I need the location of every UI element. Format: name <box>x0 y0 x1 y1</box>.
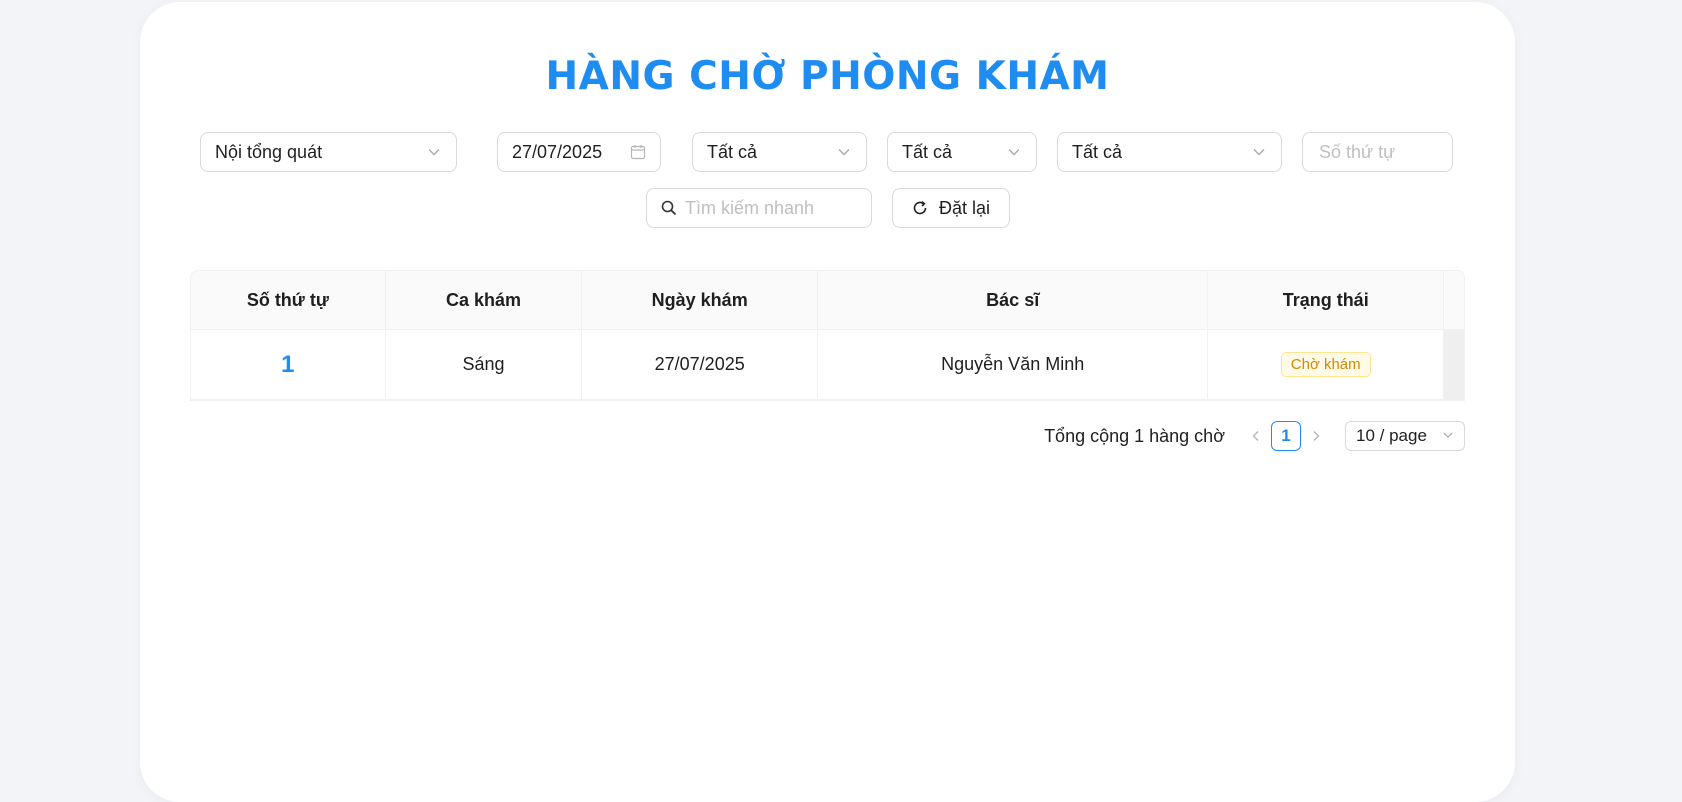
chevron-left-icon <box>1252 431 1259 441</box>
table-row[interactable]: 1 Sáng 27/07/2025 Nguyễn Văn Minh Chờ kh… <box>191 330 1464 400</box>
chevron-down-icon <box>1442 426 1454 446</box>
chevron-down-icon <box>1251 144 1267 160</box>
reload-icon <box>911 199 929 217</box>
page-title: HÀNG CHỜ PHÒNG KHÁM <box>545 54 1110 99</box>
search-box[interactable] <box>646 188 872 228</box>
filter-select-a-value: Tất cả <box>707 141 758 162</box>
chevron-down-icon <box>1006 144 1022 160</box>
chevron-right-icon <box>1313 431 1320 441</box>
status-cell: Chờ khám <box>1208 330 1445 399</box>
scrollbar[interactable] <box>1444 330 1464 399</box>
filter-select-a[interactable]: Tất cả <box>692 132 867 172</box>
prev-page-button[interactable] <box>1241 421 1271 451</box>
shift-cell: Sáng <box>386 330 583 399</box>
date-picker[interactable]: 27/07/2025 <box>497 132 661 172</box>
reset-button-label: Đặt lại <box>939 197 991 218</box>
chevron-down-icon <box>836 144 852 160</box>
column-header-shift[interactable]: Ca khám <box>386 271 583 329</box>
page-size-value: 10 / page <box>1356 426 1427 445</box>
date-cell: 27/07/2025 <box>582 330 818 399</box>
next-page-button[interactable] <box>1301 421 1331 451</box>
calendar-icon <box>630 144 646 160</box>
page-size-select[interactable]: 10 / page <box>1345 421 1465 451</box>
pagination-total: Tổng cộng 1 hàng chờ <box>1044 425 1225 446</box>
table-header: Số thứ tự Ca khám Ngày khám Bác sĩ Trạng… <box>191 271 1464 330</box>
queue-number-cell: 1 <box>191 330 386 399</box>
search-icon <box>661 200 677 216</box>
queue-card: HÀNG CHỜ PHÒNG KHÁM Nội tổng quát 27/07/… <box>140 2 1515 802</box>
reset-button[interactable]: Đặt lại <box>892 188 1010 228</box>
doctor-cell: Nguyễn Văn Minh <box>818 330 1209 399</box>
filter-select-b-value: Tất cả <box>902 141 953 162</box>
pagination: Tổng cộng 1 hàng chờ 1 10 / page <box>1044 420 1465 452</box>
filter-select-b[interactable]: Tất cả <box>887 132 1037 172</box>
department-select-value: Nội tổng quát <box>215 141 323 162</box>
filter-select-c[interactable]: Tất cả <box>1057 132 1282 172</box>
column-header-doctor[interactable]: Bác sĩ <box>818 271 1209 329</box>
column-header-date[interactable]: Ngày khám <box>582 271 818 329</box>
department-select[interactable]: Nội tổng quát <box>200 132 457 172</box>
status-badge: Chờ khám <box>1280 352 1371 377</box>
chevron-down-icon <box>426 144 442 160</box>
queue-table: Số thứ tự Ca khám Ngày khám Bác sĩ Trạng… <box>190 270 1465 401</box>
queue-number: 1 <box>281 350 295 378</box>
date-picker-value: 27/07/2025 <box>512 141 603 162</box>
search-input[interactable] <box>683 196 857 220</box>
queue-number-input[interactable] <box>1302 132 1453 172</box>
column-header-number[interactable]: Số thứ tự <box>191 271 386 329</box>
filter-select-c-value: Tất cả <box>1072 141 1123 162</box>
scrollbar-gutter <box>1444 271 1464 329</box>
queue-number-field[interactable] <box>1317 140 1438 164</box>
page-1-button[interactable]: 1 <box>1271 421 1301 451</box>
column-header-status[interactable]: Trạng thái <box>1208 271 1445 329</box>
